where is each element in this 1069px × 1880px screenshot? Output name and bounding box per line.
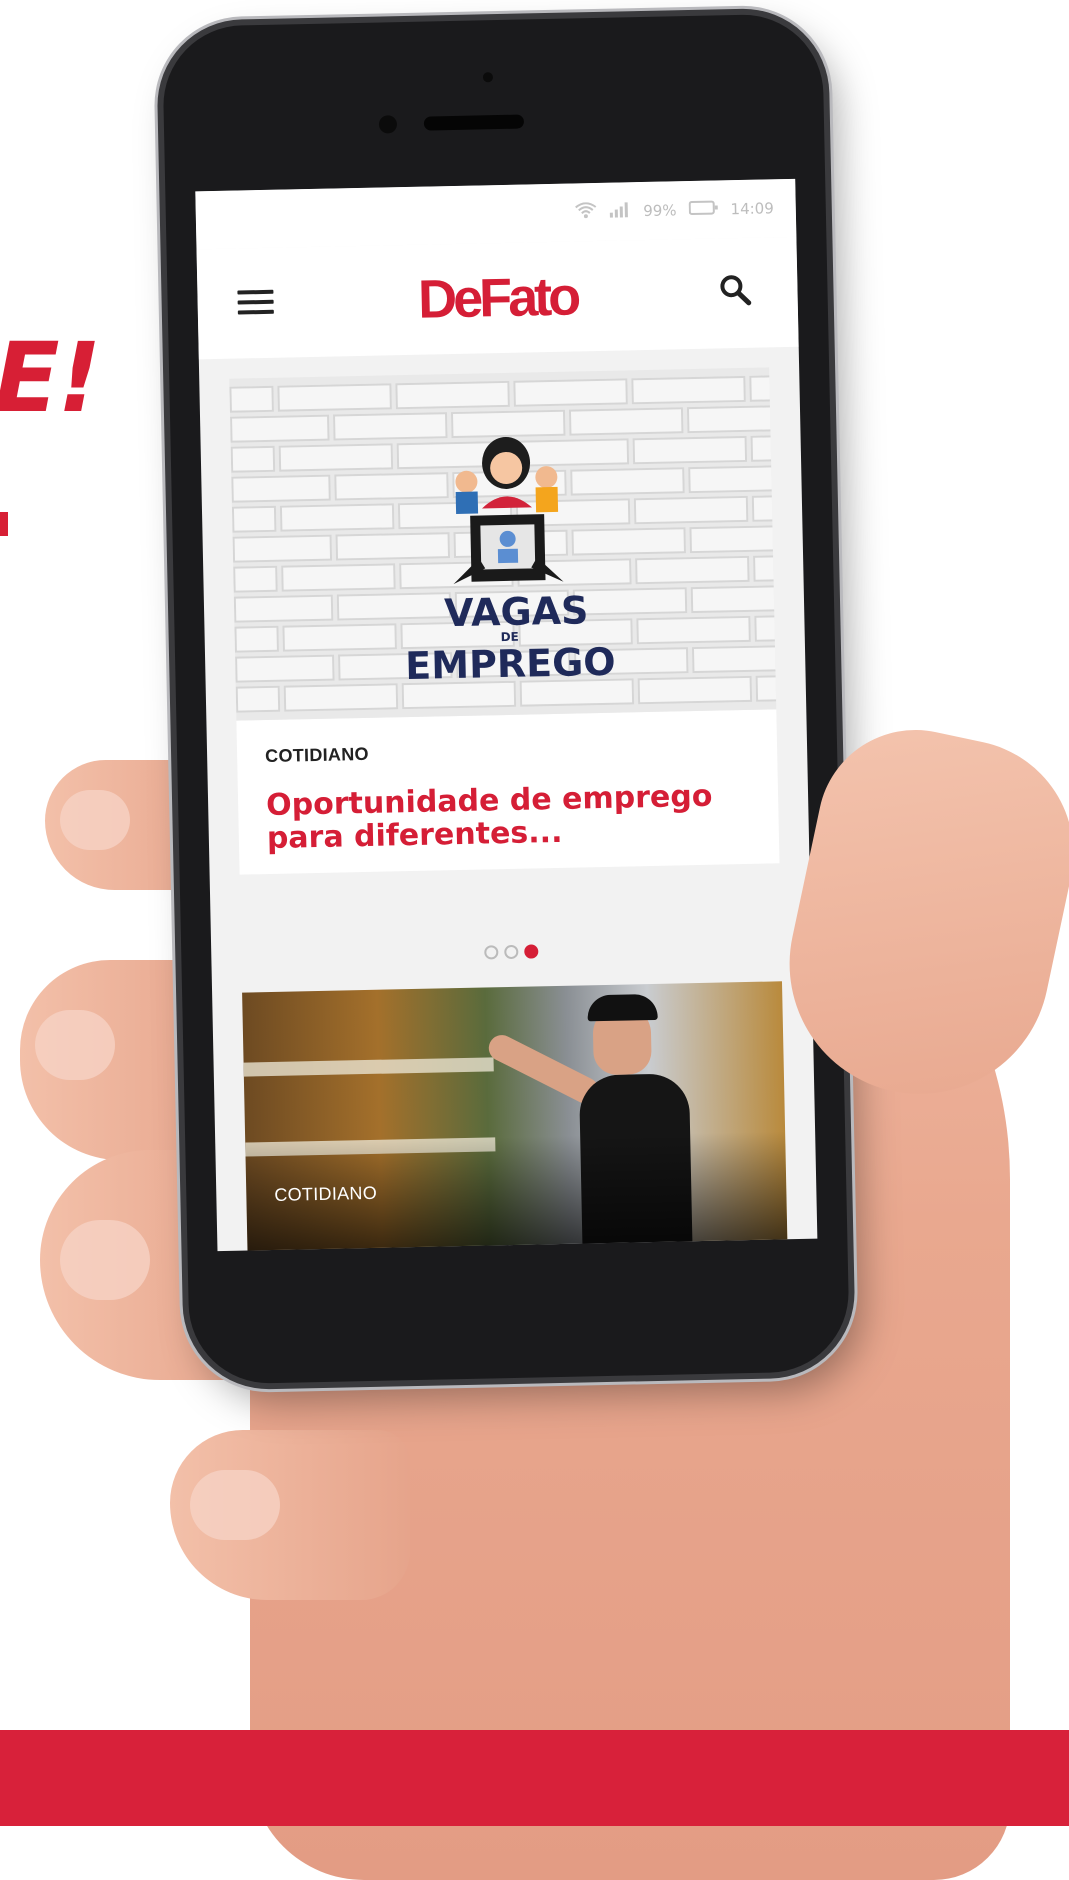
- featured-article-card[interactable]: VAGAS DE EMPREGO COTIDIANO Oportunidade …: [229, 367, 780, 930]
- article-category[interactable]: COTIDIANO: [265, 736, 749, 767]
- bottom-brand-band: [0, 1730, 1069, 1826]
- people-illustration-icon: [453, 436, 564, 585]
- job-vacancies-illustration: VAGAS DE EMPREGO: [405, 432, 616, 715]
- phone-speaker: [423, 114, 525, 131]
- fingernail: [60, 1220, 150, 1300]
- smartphone: 99% 14:09 DeFato VAGAS DE EMPREGO COTIDI…: [161, 13, 851, 1385]
- second-article-category[interactable]: COTIDIANO: [274, 1183, 377, 1206]
- brand-logo[interactable]: DeFato: [417, 265, 577, 330]
- promo-headline-fragment: E!: [0, 322, 101, 434]
- carousel-dot-1[interactable]: [484, 945, 499, 960]
- featured-article-body: COTIDIANO Oportunidade de emprego para d…: [236, 709, 780, 875]
- phone-front-camera: [378, 115, 398, 134]
- image-text-emprego: EMPREGO: [404, 639, 617, 689]
- article-headline[interactable]: Oportunidade de emprego para diferentes.…: [266, 779, 751, 856]
- fingernail: [35, 1010, 115, 1080]
- carousel-dot-3-active[interactable]: [524, 944, 539, 959]
- fingernail: [60, 790, 130, 850]
- hamburger-menu-icon[interactable]: [237, 289, 274, 317]
- carousel-dot-2[interactable]: [504, 944, 519, 960]
- worker-cap: [587, 993, 658, 1022]
- wifi-icon: [575, 202, 597, 222]
- status-time: 14:09: [730, 199, 774, 219]
- phone-screen: 99% 14:09 DeFato VAGAS DE EMPREGO COTIDI…: [195, 178, 818, 1252]
- battery-icon: [688, 199, 718, 220]
- promo-decoration: [0, 512, 8, 536]
- signal-icon: [609, 201, 631, 221]
- second-article-card[interactable]: COTIDIANO: [242, 981, 788, 1252]
- fingernail: [190, 1470, 280, 1540]
- image-text-vagas: VAGAS: [443, 588, 589, 636]
- featured-article-image[interactable]: VAGAS DE EMPREGO: [229, 367, 777, 721]
- battery-percent: 99%: [643, 201, 677, 221]
- phone-sensor: [482, 72, 494, 83]
- app-header: DeFato: [196, 236, 799, 360]
- search-icon[interactable]: [717, 272, 754, 309]
- store-shelf: [243, 1057, 494, 1077]
- carousel-pagination: [211, 939, 811, 966]
